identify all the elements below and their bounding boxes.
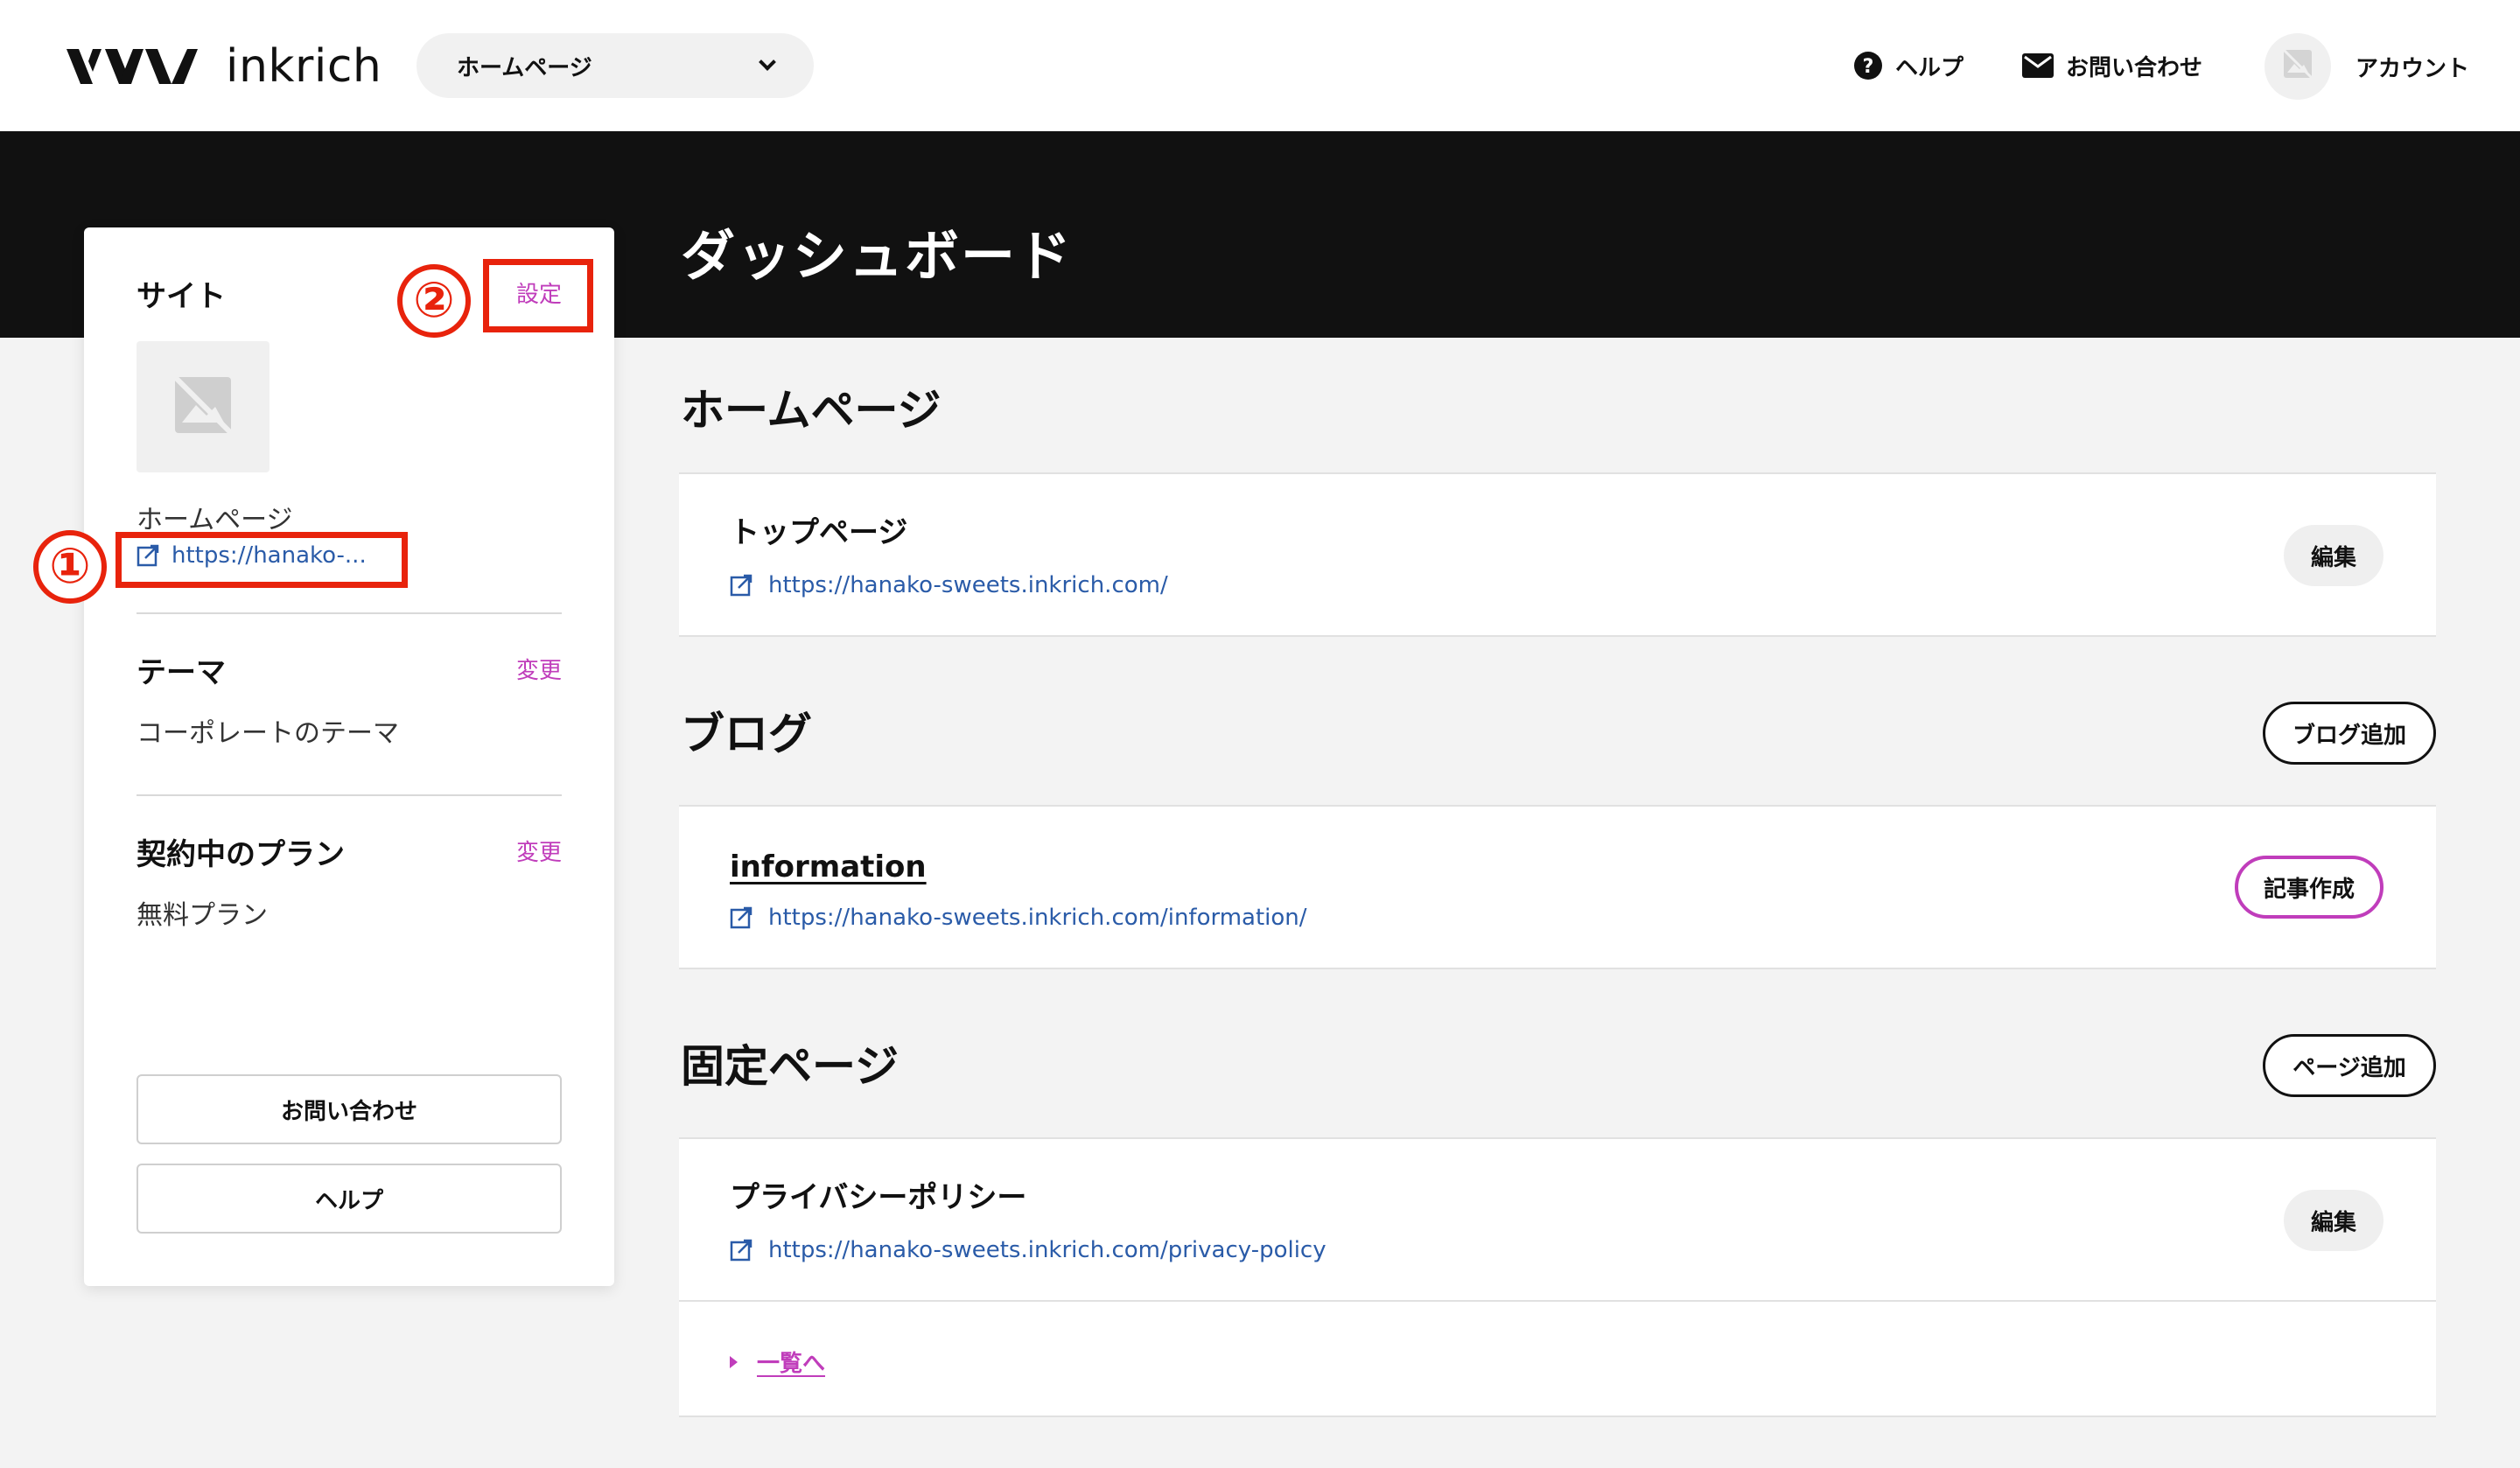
annotation-number-two: ②: [397, 264, 471, 338]
fixed-pages-panel: プライバシーポリシー https://hanako-sweets.inkrich…: [679, 1137, 2436, 1417]
svg-text:?: ?: [1863, 56, 1874, 78]
blog-information-url: https://hanako-sweets.inkrich.com/inform…: [768, 905, 1307, 931]
site-selector[interactable]: ホームページ: [416, 33, 814, 98]
plan-value: 無料プラン: [136, 900, 268, 931]
annotation-box-url: [116, 532, 408, 588]
blog-information-url-link[interactable]: https://hanako-sweets.inkrich.com/inform…: [730, 905, 1307, 931]
top-page-url: https://hanako-sweets.inkrich.com/: [768, 572, 1168, 598]
theme-change-link[interactable]: 変更: [516, 660, 562, 682]
create-article-button[interactable]: 記事作成: [2235, 856, 2384, 919]
account-label: アカウント: [2356, 55, 2470, 82]
logo[interactable]: inkrich: [66, 38, 382, 94]
site-heading: サイト: [136, 279, 226, 314]
caret-right-icon: [730, 1355, 738, 1368]
chevron-down-icon: [759, 53, 776, 71]
contact-button[interactable]: お問い合わせ: [136, 1074, 562, 1144]
top-header: inkrich ホームページ ? ヘルプ お問い合わせ アカウント: [0, 0, 2520, 131]
external-link-icon: [730, 574, 752, 597]
external-link-icon: [730, 906, 752, 929]
theme-value: コーポレートのテーマ: [136, 718, 399, 749]
site-selector-value: ホームページ: [457, 54, 592, 81]
help-button[interactable]: ヘルプ: [136, 1164, 562, 1234]
logo-text: inkrich: [226, 40, 382, 93]
contact-label: お問い合わせ: [2066, 54, 2203, 81]
avatar: [2264, 33, 2331, 100]
no-image-icon: [170, 372, 236, 442]
homepage-panel: トップページ https://hanako-sweets.inkrich.com…: [679, 472, 2436, 637]
mail-icon: [2022, 53, 2054, 78]
add-blog-button[interactable]: ブログ追加: [2263, 702, 2436, 765]
contact-link[interactable]: お問い合わせ: [2022, 45, 2202, 86]
site-thumbnail: [136, 341, 270, 472]
edit-top-page-button[interactable]: 編集: [2284, 525, 2384, 586]
privacy-policy-url: https://hanako-sweets.inkrich.com/privac…: [768, 1237, 1326, 1263]
divider: [679, 1300, 2436, 1302]
divider: [136, 794, 562, 796]
edit-privacy-policy-button[interactable]: 編集: [2284, 1190, 2384, 1251]
homepage-section-title: ホームページ: [681, 385, 942, 436]
help-label: ヘルプ: [1895, 54, 1964, 81]
site-name: ホームページ: [136, 505, 293, 535]
account-menu[interactable]: アカウント: [2264, 33, 2469, 100]
external-link-icon: [730, 1239, 752, 1262]
plan-change-link[interactable]: 変更: [516, 842, 562, 864]
top-page-url-link[interactable]: https://hanako-sweets.inkrich.com/: [730, 572, 1168, 598]
divider: [136, 612, 562, 614]
annotation-number-one: ①: [33, 530, 107, 604]
add-page-button[interactable]: ページ追加: [2263, 1034, 2436, 1097]
privacy-policy-title: プライバシーポリシー: [730, 1180, 1027, 1215]
question-circle-icon: ?: [1853, 51, 1883, 80]
view-all-link[interactable]: 一覧へ: [730, 1346, 825, 1378]
logo-mark-icon: [66, 49, 206, 84]
fixed-pages-section-title: 固定ページ: [681, 1041, 899, 1092]
privacy-policy-url-link[interactable]: https://hanako-sweets.inkrich.com/privac…: [730, 1237, 1326, 1263]
blog-information-title[interactable]: information: [730, 852, 927, 882]
annotation-box-settings: [483, 259, 593, 332]
view-all-label: 一覧へ: [757, 1351, 826, 1377]
no-image-icon: [2280, 46, 2315, 87]
page-title: ダッシュボード: [681, 224, 1074, 288]
theme-heading: テーマ: [136, 655, 226, 690]
blog-panel: information https://hanako-sweets.inkric…: [679, 805, 2436, 969]
plan-heading: 契約中のプラン: [136, 837, 345, 872]
top-page-title: トップページ: [730, 515, 908, 550]
help-link[interactable]: ? ヘルプ: [1853, 45, 1964, 86]
site-info-card: サイト 設定 ホームページ https://hanako-... テーマ 変更 …: [84, 227, 614, 1286]
blog-section-title: ブログ: [681, 709, 812, 759]
